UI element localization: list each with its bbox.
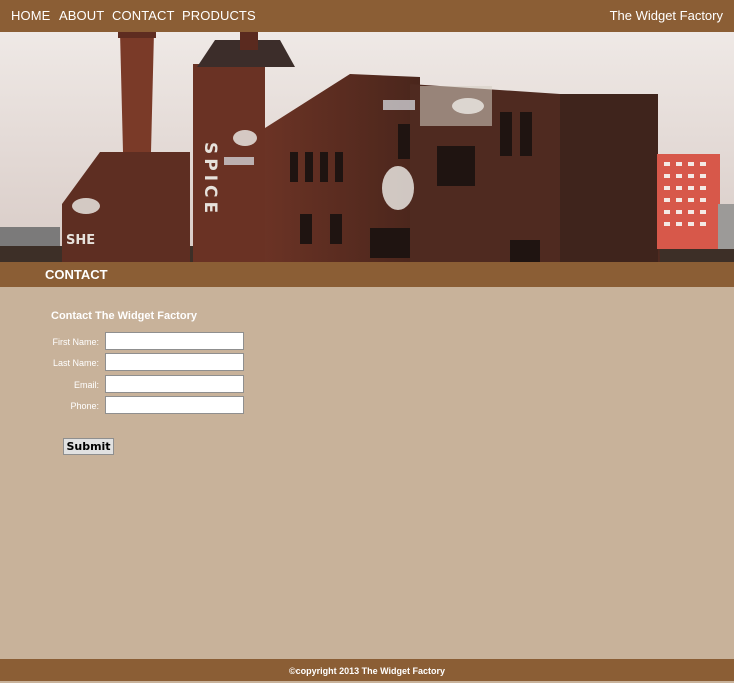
page-title: CONTACT [45,267,108,282]
nav-link-contact[interactable]: CONTACT [112,0,175,32]
last-name-label: Last Name: [52,358,99,368]
hero-banner: SPICE SHE [0,32,734,262]
graffiti-spice: SPICE [200,142,220,217]
nav-link-home[interactable]: HOME [11,0,50,32]
top-navigation-bar: HOME ABOUT CONTACT PRODUCTS The Widget F… [0,0,734,32]
section-header-bar: CONTACT [0,262,734,287]
email-field[interactable] [105,375,244,393]
phone-field[interactable] [105,396,244,414]
factory-building-image: SPICE SHE [0,32,734,262]
nav-link-about[interactable]: ABOUT [59,0,104,32]
form-title: Contact The Widget Factory [51,310,197,322]
first-name-label: First Name: [52,337,99,347]
site-brand: The Widget Factory [609,8,723,23]
copyright-text: ©copyright 2013 The Widget Factory [288,666,446,676]
first-name-field[interactable] [105,332,244,350]
submit-button[interactable]: Submit [63,438,114,455]
nav-link-products[interactable]: PRODUCTS [182,0,256,32]
graffiti-she: SHE [66,233,95,248]
email-label: Email: [73,380,99,390]
last-name-field[interactable] [105,353,244,371]
footer-bar: ©copyright 2013 The Widget Factory [0,659,734,681]
phone-label: Phone: [70,401,99,411]
